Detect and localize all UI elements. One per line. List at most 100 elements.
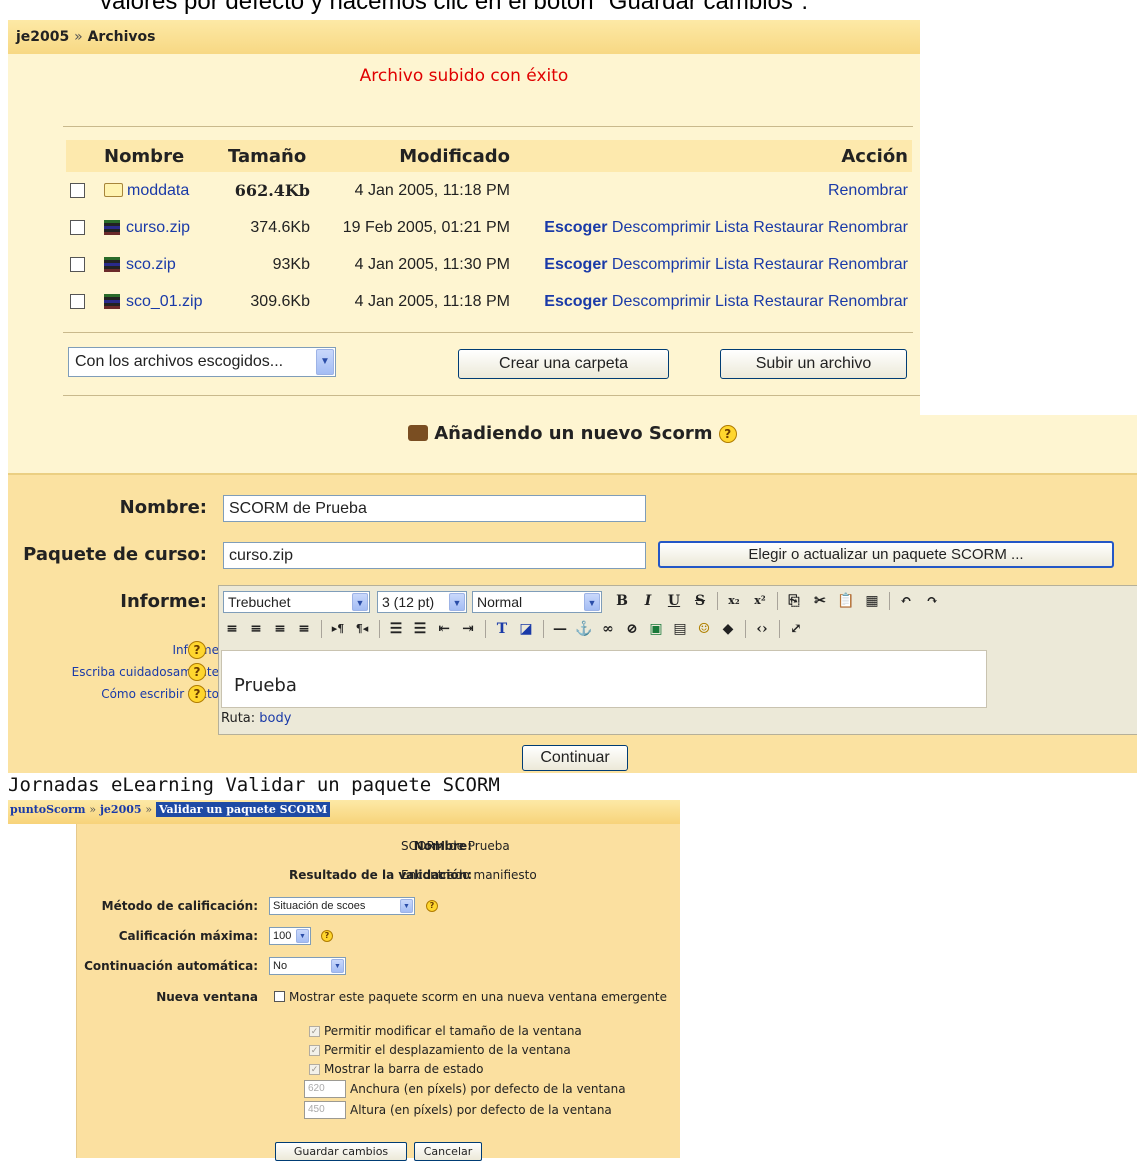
restore-link[interactable]: Restaurar (753, 256, 823, 273)
row-checkbox[interactable] (70, 182, 85, 198)
subscript-icon[interactable]: x₂ (725, 592, 743, 610)
help-icon[interactable]: ? (321, 930, 333, 942)
link-icon[interactable]: ∞ (599, 620, 617, 638)
unlink-icon[interactable]: ⊘ (623, 620, 641, 638)
indent-icon[interactable]: ⇥ (459, 620, 477, 638)
html-source-icon[interactable]: ‹› (753, 620, 771, 638)
window-height-input[interactable]: 450 (304, 1101, 346, 1119)
resizable-checkbox[interactable]: ✓ (309, 1026, 320, 1037)
list-link[interactable]: Lista (715, 293, 749, 310)
new-window-checkbox[interactable] (274, 991, 285, 1002)
file-name-link[interactable]: curso.zip (126, 219, 190, 236)
bold-icon[interactable]: B (613, 592, 631, 610)
file-name-link[interactable]: sco_01.zip (126, 293, 203, 310)
image-icon[interactable]: ▣ (647, 620, 665, 638)
help-icon[interactable]: ? (426, 900, 438, 912)
breadcrumb-course[interactable]: je2005 (16, 29, 69, 45)
anchor-icon[interactable]: ⚓ (575, 620, 593, 638)
grading-method-select[interactable]: Situación de scoes ▼ (269, 897, 415, 915)
choose-link[interactable]: Escoger (544, 293, 607, 310)
save-changes-button[interactable]: Guardar cambios (275, 1142, 407, 1161)
table-row: curso.zip 374.6Kb 19 Feb 2005, 01:21 PM … (66, 209, 912, 246)
justify-icon[interactable]: ≡ (295, 620, 313, 638)
special-char-icon[interactable]: ◆ (719, 620, 737, 638)
help-icon[interactable]: ? (188, 663, 206, 681)
help-icon[interactable]: ? (188, 685, 206, 703)
files-panel: je2005 » Archivos Archivo subido con éxi… (8, 20, 920, 415)
chevron-down-icon: ▼ (316, 349, 334, 375)
superscript-icon[interactable]: x² (751, 592, 769, 610)
list-link[interactable]: Lista (715, 219, 749, 236)
table-icon[interactable]: ▤ (671, 620, 689, 638)
max-grade-select[interactable]: 100 ▼ (269, 927, 311, 945)
paragraph-style-value: Normal (477, 594, 523, 610)
list-link[interactable]: Lista (715, 256, 749, 273)
choose-link[interactable]: Escoger (544, 256, 607, 273)
with-selected-dropdown[interactable]: Con los archivos escogidos... ▼ (68, 347, 336, 377)
unordered-list-icon[interactable]: ☰ (411, 620, 429, 638)
continue-button[interactable]: Continuar (522, 745, 628, 771)
row-checkbox[interactable] (70, 219, 85, 235)
unzip-link[interactable]: Descomprimir (612, 293, 711, 310)
paste-icon[interactable]: 📋 (837, 592, 855, 610)
choose-package-button[interactable]: Elegir o actualizar un paquete SCORM ... (658, 541, 1114, 568)
ltr-icon[interactable]: ▸¶ (329, 620, 347, 638)
align-left-icon[interactable]: ≡ (223, 620, 241, 638)
rtl-icon[interactable]: ¶◂ (353, 620, 371, 638)
ordered-list-icon[interactable]: ☰ (387, 620, 405, 638)
auto-continue-select[interactable]: No ▼ (269, 957, 346, 975)
fullscreen-icon[interactable]: ⤢ (787, 620, 805, 638)
rename-link[interactable]: Renombrar (828, 182, 908, 199)
window-width-input[interactable]: 620 (304, 1080, 346, 1098)
file-name-link[interactable]: moddata (127, 182, 189, 199)
restore-link[interactable]: Restaurar (753, 219, 823, 236)
paragraph-style-select[interactable]: Normal ▼ (472, 591, 602, 613)
outdent-icon[interactable]: ⇤ (435, 620, 453, 638)
package-input[interactable]: curso.zip (223, 542, 646, 569)
copy-icon[interactable]: ⎘ (785, 592, 803, 610)
font-size-select[interactable]: 3 (12 pt) ▼ (377, 591, 467, 613)
horizontal-rule-icon[interactable]: — (551, 620, 569, 638)
name-input[interactable]: SCORM de Prueba (223, 495, 646, 522)
text-color-icon[interactable]: T (493, 620, 511, 638)
rename-link[interactable]: Renombrar (828, 293, 908, 310)
file-modified: 19 Feb 2005, 01:21 PM (342, 218, 510, 236)
upload-file-button[interactable]: Subir un archivo (720, 349, 907, 379)
editor-content[interactable]: Prueba (221, 650, 987, 708)
align-right-icon[interactable]: ≡ (271, 620, 289, 638)
scorm-heading: Añadiendo un nuevo Scorm ? (8, 423, 1137, 444)
choose-link[interactable]: Escoger (544, 219, 607, 236)
breadcrumb-root[interactable]: puntoScorm (10, 803, 86, 816)
cancel-button[interactable]: Cancelar (414, 1142, 482, 1161)
rename-link[interactable]: Renombrar (828, 256, 908, 273)
unzip-link[interactable]: Descomprimir (612, 219, 711, 236)
smiley-icon[interactable]: ☺ (695, 620, 713, 638)
cut-icon[interactable]: ✂ (811, 592, 829, 610)
window-height-label: Altura (en píxels) por defecto de la ven… (350, 1103, 612, 1117)
redo-icon[interactable]: ↷ (923, 592, 941, 610)
background-color-icon[interactable]: ◪ (517, 620, 535, 638)
italic-icon[interactable]: I (639, 592, 657, 610)
zip-file-icon (104, 256, 120, 272)
statusbar-checkbox[interactable]: ✓ (309, 1064, 320, 1075)
align-center-icon[interactable]: ≡ (247, 620, 265, 638)
file-name-link[interactable]: sco.zip (126, 256, 176, 273)
paste-word-icon[interactable]: ▦ (863, 592, 881, 610)
restore-link[interactable]: Restaurar (753, 293, 823, 310)
underline-icon[interactable]: U (665, 592, 683, 610)
path-body-link[interactable]: body (259, 711, 291, 726)
help-icon[interactable]: ? (188, 641, 206, 659)
grading-method-value: Situación de scoes (273, 900, 366, 912)
row-checkbox[interactable] (70, 293, 85, 309)
row-checkbox[interactable] (70, 256, 85, 272)
undo-icon[interactable]: ↶ (897, 592, 915, 610)
font-family-value: Trebuchet (228, 594, 291, 610)
font-family-select[interactable]: Trebuchet ▼ (223, 591, 370, 613)
create-folder-button[interactable]: Crear una carpeta (458, 349, 669, 379)
breadcrumb-course[interactable]: je2005 (100, 803, 142, 816)
help-icon[interactable]: ? (718, 425, 737, 443)
unzip-link[interactable]: Descomprimir (612, 256, 711, 273)
scrollbars-checkbox[interactable]: ✓ (309, 1045, 320, 1056)
rename-link[interactable]: Renombrar (828, 219, 908, 236)
strikethrough-icon[interactable]: S (691, 592, 709, 610)
